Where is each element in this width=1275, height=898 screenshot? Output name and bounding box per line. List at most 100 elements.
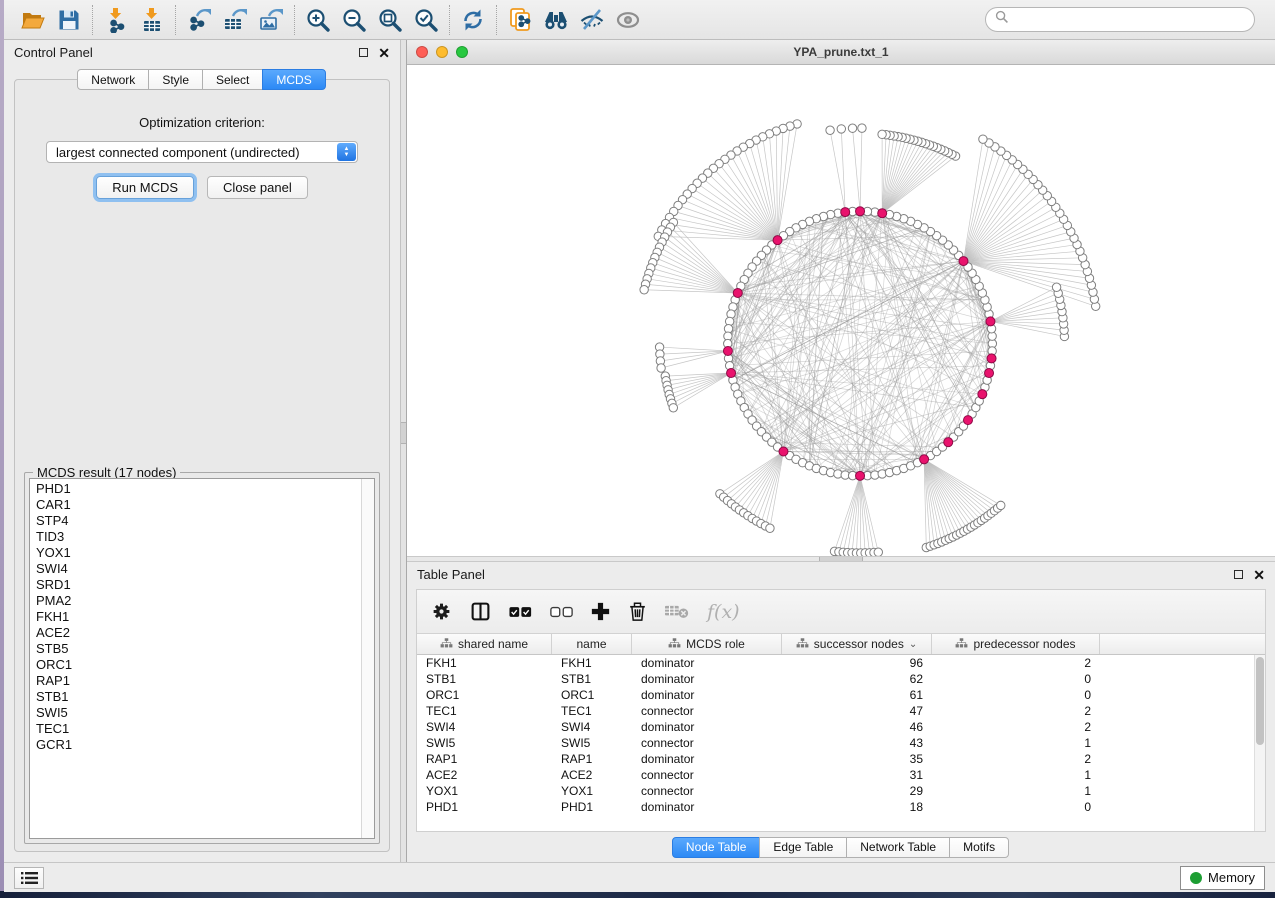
result-list-item[interactable]: SWI5 xyxy=(36,705,361,721)
tab-motifs[interactable]: Motifs xyxy=(949,837,1009,858)
table-row[interactable]: RAP1RAP1dominator352 xyxy=(417,751,1265,767)
result-list-item[interactable]: FKH1 xyxy=(36,609,361,625)
column-header-successor-nodes[interactable]: successor nodes⌄ xyxy=(782,634,932,654)
table-cell[interactable]: SWI4 xyxy=(417,720,552,734)
zoom-selected-icon[interactable] xyxy=(410,4,442,36)
table-cell[interactable]: 43 xyxy=(782,736,932,750)
export-table-icon[interactable] xyxy=(219,4,251,36)
table-cell[interactable]: 46 xyxy=(782,720,932,734)
table-cell[interactable]: 2 xyxy=(932,752,1100,766)
float-panel-icon[interactable] xyxy=(359,48,368,57)
network-node[interactable] xyxy=(997,501,1005,509)
gear-icon[interactable] xyxy=(431,601,452,622)
table-scrollbar[interactable] xyxy=(1254,655,1265,831)
mcds-node[interactable] xyxy=(987,354,996,363)
column-header-predecessor-nodes[interactable]: predecessor nodes xyxy=(932,634,1100,654)
table-cell[interactable]: ACE2 xyxy=(552,768,632,782)
mcds-node[interactable] xyxy=(986,317,995,326)
table-cell[interactable]: TEC1 xyxy=(417,704,552,718)
result-list-item[interactable]: CAR1 xyxy=(36,497,361,513)
table-row[interactable]: YOX1YOX1connector291 xyxy=(417,783,1265,799)
tab-network-table[interactable]: Network Table xyxy=(846,837,950,858)
table-cell[interactable]: 2 xyxy=(932,656,1100,670)
float-table-panel-icon[interactable] xyxy=(1234,570,1243,579)
table-row[interactable]: FKH1FKH1dominator962 xyxy=(417,655,1265,671)
vertical-splitter-handle[interactable] xyxy=(401,422,406,444)
table-cell[interactable]: 0 xyxy=(932,800,1100,814)
mcds-node[interactable] xyxy=(779,447,788,456)
import-table-icon[interactable] xyxy=(136,4,168,36)
network-node[interactable] xyxy=(766,524,774,532)
find-icon[interactable] xyxy=(540,4,572,36)
memory-button[interactable]: Memory xyxy=(1180,866,1265,890)
export-image-icon[interactable] xyxy=(255,4,287,36)
table-cell[interactable]: 61 xyxy=(782,688,932,702)
task-history-button[interactable] xyxy=(14,867,44,889)
result-list-scrollbar[interactable] xyxy=(361,479,374,838)
table-cell[interactable]: connector xyxy=(632,768,782,782)
table-row[interactable]: TEC1TEC1connector472 xyxy=(417,703,1265,719)
table-row[interactable]: STB1STB1dominator620 xyxy=(417,671,1265,687)
window-minimize-icon[interactable] xyxy=(436,46,448,58)
table-cell[interactable]: 1 xyxy=(932,768,1100,782)
table-cell[interactable]: STB1 xyxy=(552,672,632,686)
tab-select[interactable]: Select xyxy=(202,69,263,90)
network-window-titlebar[interactable]: YPA_prune.txt_1 xyxy=(407,40,1275,65)
mcds-node[interactable] xyxy=(978,390,987,399)
table-row[interactable]: PHD1PHD1dominator180 xyxy=(417,799,1265,815)
table-scrollbar-thumb[interactable] xyxy=(1256,657,1264,745)
select-all-icon[interactable] xyxy=(509,606,532,618)
close-panel-icon[interactable]: ✕ xyxy=(378,48,390,58)
network-node[interactable] xyxy=(858,124,866,132)
result-list-item[interactable]: PMA2 xyxy=(36,593,361,609)
mcds-node[interactable] xyxy=(920,455,929,464)
optimization-criterion-select[interactable]: largest connected component (undirected)… xyxy=(46,141,358,163)
table-cell[interactable]: 2 xyxy=(932,720,1100,734)
table-cell[interactable]: 96 xyxy=(782,656,932,670)
result-list-item[interactable]: RAP1 xyxy=(36,673,361,689)
result-list-item[interactable]: ORC1 xyxy=(36,657,361,673)
table-cell[interactable]: 29 xyxy=(782,784,932,798)
horizontal-splitter-handle[interactable] xyxy=(819,557,863,561)
mcds-node[interactable] xyxy=(878,209,887,218)
mcds-node[interactable] xyxy=(856,471,865,480)
table-cell[interactable]: FKH1 xyxy=(417,656,552,670)
search-text-field[interactable] xyxy=(1014,12,1245,28)
table-cell[interactable]: ACE2 xyxy=(417,768,552,782)
result-list-item[interactable]: STB5 xyxy=(36,641,361,657)
table-cell[interactable]: TEC1 xyxy=(552,704,632,718)
table-cell[interactable]: ORC1 xyxy=(417,688,552,702)
add-icon[interactable] xyxy=(591,602,610,621)
table-cell[interactable]: 2 xyxy=(932,704,1100,718)
column-header-mcds-role[interactable]: MCDS role xyxy=(632,634,782,654)
columns-icon[interactable] xyxy=(470,601,491,622)
table-cell[interactable]: connector xyxy=(632,784,782,798)
hide-selected-icon[interactable] xyxy=(576,4,608,36)
run-mcds-button[interactable]: Run MCDS xyxy=(96,176,194,199)
import-network-icon[interactable] xyxy=(100,4,132,36)
network-node[interactable] xyxy=(669,404,677,412)
network-node[interactable] xyxy=(848,124,856,132)
zoom-in-icon[interactable] xyxy=(302,4,334,36)
table-cell[interactable]: 62 xyxy=(782,672,932,686)
result-list-item[interactable]: TID3 xyxy=(36,529,361,545)
window-close-icon[interactable] xyxy=(416,46,428,58)
mcds-node[interactable] xyxy=(773,236,782,245)
table-cell[interactable]: dominator xyxy=(632,688,782,702)
horizontal-splitter[interactable] xyxy=(407,556,1275,562)
table-cell[interactable]: 1 xyxy=(932,784,1100,798)
result-list-item[interactable]: SWI4 xyxy=(36,561,361,577)
result-list-item[interactable]: SRD1 xyxy=(36,577,361,593)
table-cell[interactable]: FKH1 xyxy=(552,656,632,670)
zoom-fit-icon[interactable] xyxy=(374,4,406,36)
result-list-item[interactable]: YOX1 xyxy=(36,545,361,561)
open-file-icon[interactable] xyxy=(17,4,49,36)
table-cell[interactable]: RAP1 xyxy=(552,752,632,766)
zoom-out-icon[interactable] xyxy=(338,4,370,36)
save-session-icon[interactable] xyxy=(53,4,85,36)
result-list-item[interactable]: TEC1 xyxy=(36,721,361,737)
table-cell[interactable]: PHD1 xyxy=(552,800,632,814)
table-cell[interactable]: 31 xyxy=(782,768,932,782)
new-network-from-selection-icon[interactable] xyxy=(504,4,536,36)
result-list-item[interactable]: PHD1 xyxy=(36,481,361,497)
